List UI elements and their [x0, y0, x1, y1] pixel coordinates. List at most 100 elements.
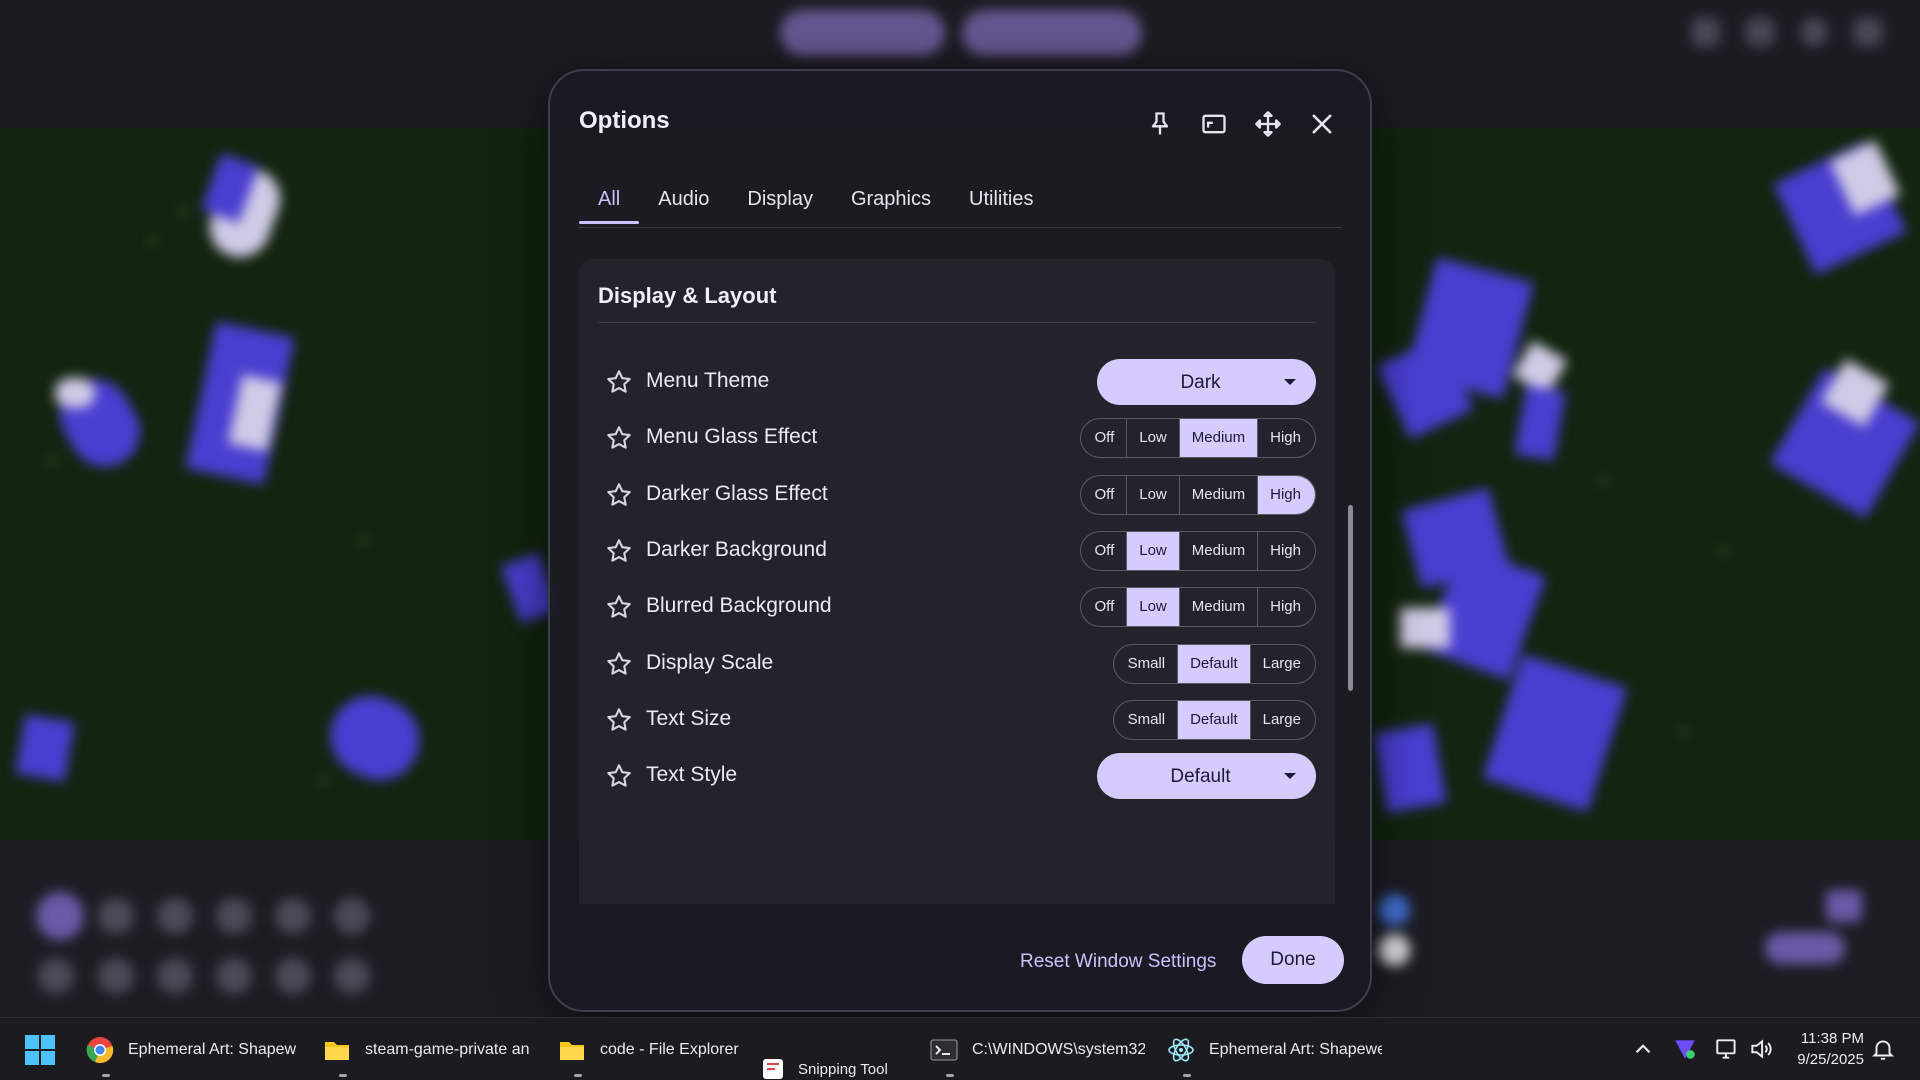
- canvas-dot: [1720, 548, 1726, 554]
- option-medium[interactable]: Medium: [1178, 588, 1257, 626]
- vpn-shield-icon[interactable]: [1672, 1036, 1698, 1062]
- canvas-dot: [1600, 478, 1606, 484]
- section-divider: [598, 322, 1316, 323]
- background-tool: [334, 958, 370, 994]
- canvas-dot: [360, 538, 366, 544]
- tab-display[interactable]: Display: [728, 175, 832, 223]
- option-high[interactable]: High: [1257, 588, 1315, 626]
- show-hidden-icons-chevron-icon[interactable]: [1630, 1036, 1656, 1062]
- taskbar-item-label: C:\WINDOWS\system32: [972, 1040, 1145, 1058]
- option-large[interactable]: Large: [1249, 701, 1315, 739]
- option-medium[interactable]: Medium: [1178, 419, 1258, 457]
- snipping-tool-peek[interactable]: Snipping Tool: [762, 1058, 888, 1080]
- option-high[interactable]: High: [1257, 532, 1315, 570]
- favorite-star-icon[interactable]: [605, 537, 633, 565]
- taskbar-item-label: Ephemeral Art: Shapewe: [128, 1040, 296, 1058]
- setting-label: Display Scale: [646, 651, 774, 674]
- option-off[interactable]: Off: [1081, 588, 1127, 626]
- favorite-star-icon[interactable]: [605, 706, 633, 734]
- running-indicator: [102, 1074, 110, 1077]
- scrollbar-thumb[interactable]: [1348, 505, 1353, 691]
- setting-label: Darker Background: [646, 538, 827, 561]
- favorite-star-icon[interactable]: [605, 650, 633, 678]
- setting-row-text-size: Text Size Small Default Large: [579, 692, 1335, 748]
- setting-label: Darker Glass Effect: [646, 482, 828, 505]
- taskbar-item-terminal[interactable]: C:\WINDOWS\system32: [930, 1018, 1145, 1080]
- option-off[interactable]: Off: [1081, 532, 1127, 570]
- canvas-dot: [320, 778, 326, 784]
- background-icon: [1854, 18, 1882, 46]
- caret-down-icon: [1284, 773, 1296, 779]
- reset-window-settings-button[interactable]: Reset Window Settings: [1008, 941, 1228, 983]
- favorite-star-icon[interactable]: [605, 368, 633, 396]
- favorite-star-icon[interactable]: [605, 424, 633, 452]
- dropdown-value: Default: [1170, 766, 1231, 787]
- canvas-shape: [15, 714, 75, 782]
- taskbar-item-electron[interactable]: Ephemeral Art: Shapewe: [1167, 1018, 1382, 1080]
- display-scale-segmented-control: Small Default Large: [1112, 644, 1316, 684]
- tab-graphics[interactable]: Graphics: [832, 175, 950, 223]
- taskbar-item-explorer-code[interactable]: code - File Explorer: [558, 1018, 768, 1080]
- background-icon: [1746, 18, 1774, 46]
- window-mode-icon[interactable]: [1194, 104, 1234, 144]
- option-large[interactable]: Large: [1249, 645, 1315, 683]
- option-medium[interactable]: Medium: [1178, 476, 1257, 514]
- snipping-tool-label: Snipping Tool: [798, 1060, 888, 1078]
- done-button[interactable]: Done: [1242, 936, 1344, 984]
- text-style-dropdown[interactable]: Default: [1097, 753, 1316, 799]
- move-icon[interactable]: [1248, 104, 1288, 144]
- running-indicator: [1183, 1074, 1191, 1077]
- setting-label: Menu Glass Effect: [646, 425, 818, 448]
- background-button: [780, 10, 945, 56]
- canvas-dot: [1680, 728, 1686, 734]
- canvas-shape: [55, 378, 95, 408]
- taskbar-item-chrome[interactable]: Ephemeral Art: Shapewe: [86, 1018, 296, 1080]
- background-tool: [1378, 934, 1410, 966]
- option-default[interactable]: Default: [1177, 645, 1250, 683]
- option-low[interactable]: Low: [1126, 419, 1179, 457]
- chrome-icon: [86, 1036, 114, 1063]
- setting-row-text-style: Text Style Default: [579, 748, 1335, 804]
- folder-icon: [325, 1041, 349, 1060]
- option-high[interactable]: High: [1257, 419, 1315, 457]
- menu-glass-effect-segmented-control: Off Low Medium High: [1079, 418, 1316, 458]
- text-size-segmented-control: Small Default Large: [1112, 700, 1316, 740]
- clock[interactable]: 11:38 PM 9/25/2025: [1797, 1028, 1864, 1070]
- background-tool: [38, 958, 74, 994]
- blurred-background-segmented-control: Off Low Medium High: [1079, 587, 1316, 627]
- option-off[interactable]: Off: [1081, 476, 1127, 514]
- favorite-star-icon[interactable]: [605, 481, 633, 509]
- pin-icon[interactable]: [1140, 104, 1180, 144]
- option-off[interactable]: Off: [1081, 419, 1127, 457]
- setting-row-menu-theme: Menu Theme Dark: [579, 354, 1335, 410]
- option-high[interactable]: High: [1257, 476, 1315, 514]
- favorite-star-icon[interactable]: [605, 593, 633, 621]
- option-small[interactable]: Small: [1114, 701, 1178, 739]
- tab-all[interactable]: All: [579, 175, 640, 224]
- favorite-star-icon[interactable]: [605, 762, 633, 790]
- option-medium[interactable]: Medium: [1178, 532, 1257, 570]
- menu-theme-dropdown[interactable]: Dark: [1097, 359, 1316, 405]
- terminal-icon: [930, 1039, 958, 1060]
- canvas-dot: [150, 238, 156, 244]
- electron-icon: [1168, 1038, 1194, 1061]
- tab-audio[interactable]: Audio: [639, 175, 728, 223]
- taskbar-item-explorer[interactable]: steam-game-private an: [323, 1018, 533, 1080]
- option-default[interactable]: Default: [1177, 701, 1250, 739]
- option-low[interactable]: Low: [1126, 532, 1179, 570]
- tab-utilities[interactable]: Utilities: [950, 175, 1052, 223]
- network-icon[interactable]: [1714, 1036, 1740, 1062]
- notification-bell-icon[interactable]: [1870, 1036, 1896, 1062]
- volume-icon[interactable]: [1748, 1036, 1774, 1062]
- option-small[interactable]: Small: [1114, 645, 1178, 683]
- close-icon[interactable]: [1302, 104, 1342, 144]
- setting-row-menu-glass-effect: Menu Glass Effect Off Low Medium High: [579, 410, 1335, 466]
- darker-background-segmented-control: Off Low Medium High: [1079, 531, 1316, 571]
- dialog-title: Options: [579, 107, 670, 134]
- option-low[interactable]: Low: [1126, 588, 1179, 626]
- options-dialog: Options All Audio Display Graphics Utili…: [548, 69, 1372, 1012]
- start-button[interactable]: [24, 1034, 56, 1066]
- option-low[interactable]: Low: [1126, 476, 1179, 514]
- tab-divider: [579, 227, 1341, 228]
- taskbar-item-label: code - File Explorer: [600, 1040, 739, 1058]
